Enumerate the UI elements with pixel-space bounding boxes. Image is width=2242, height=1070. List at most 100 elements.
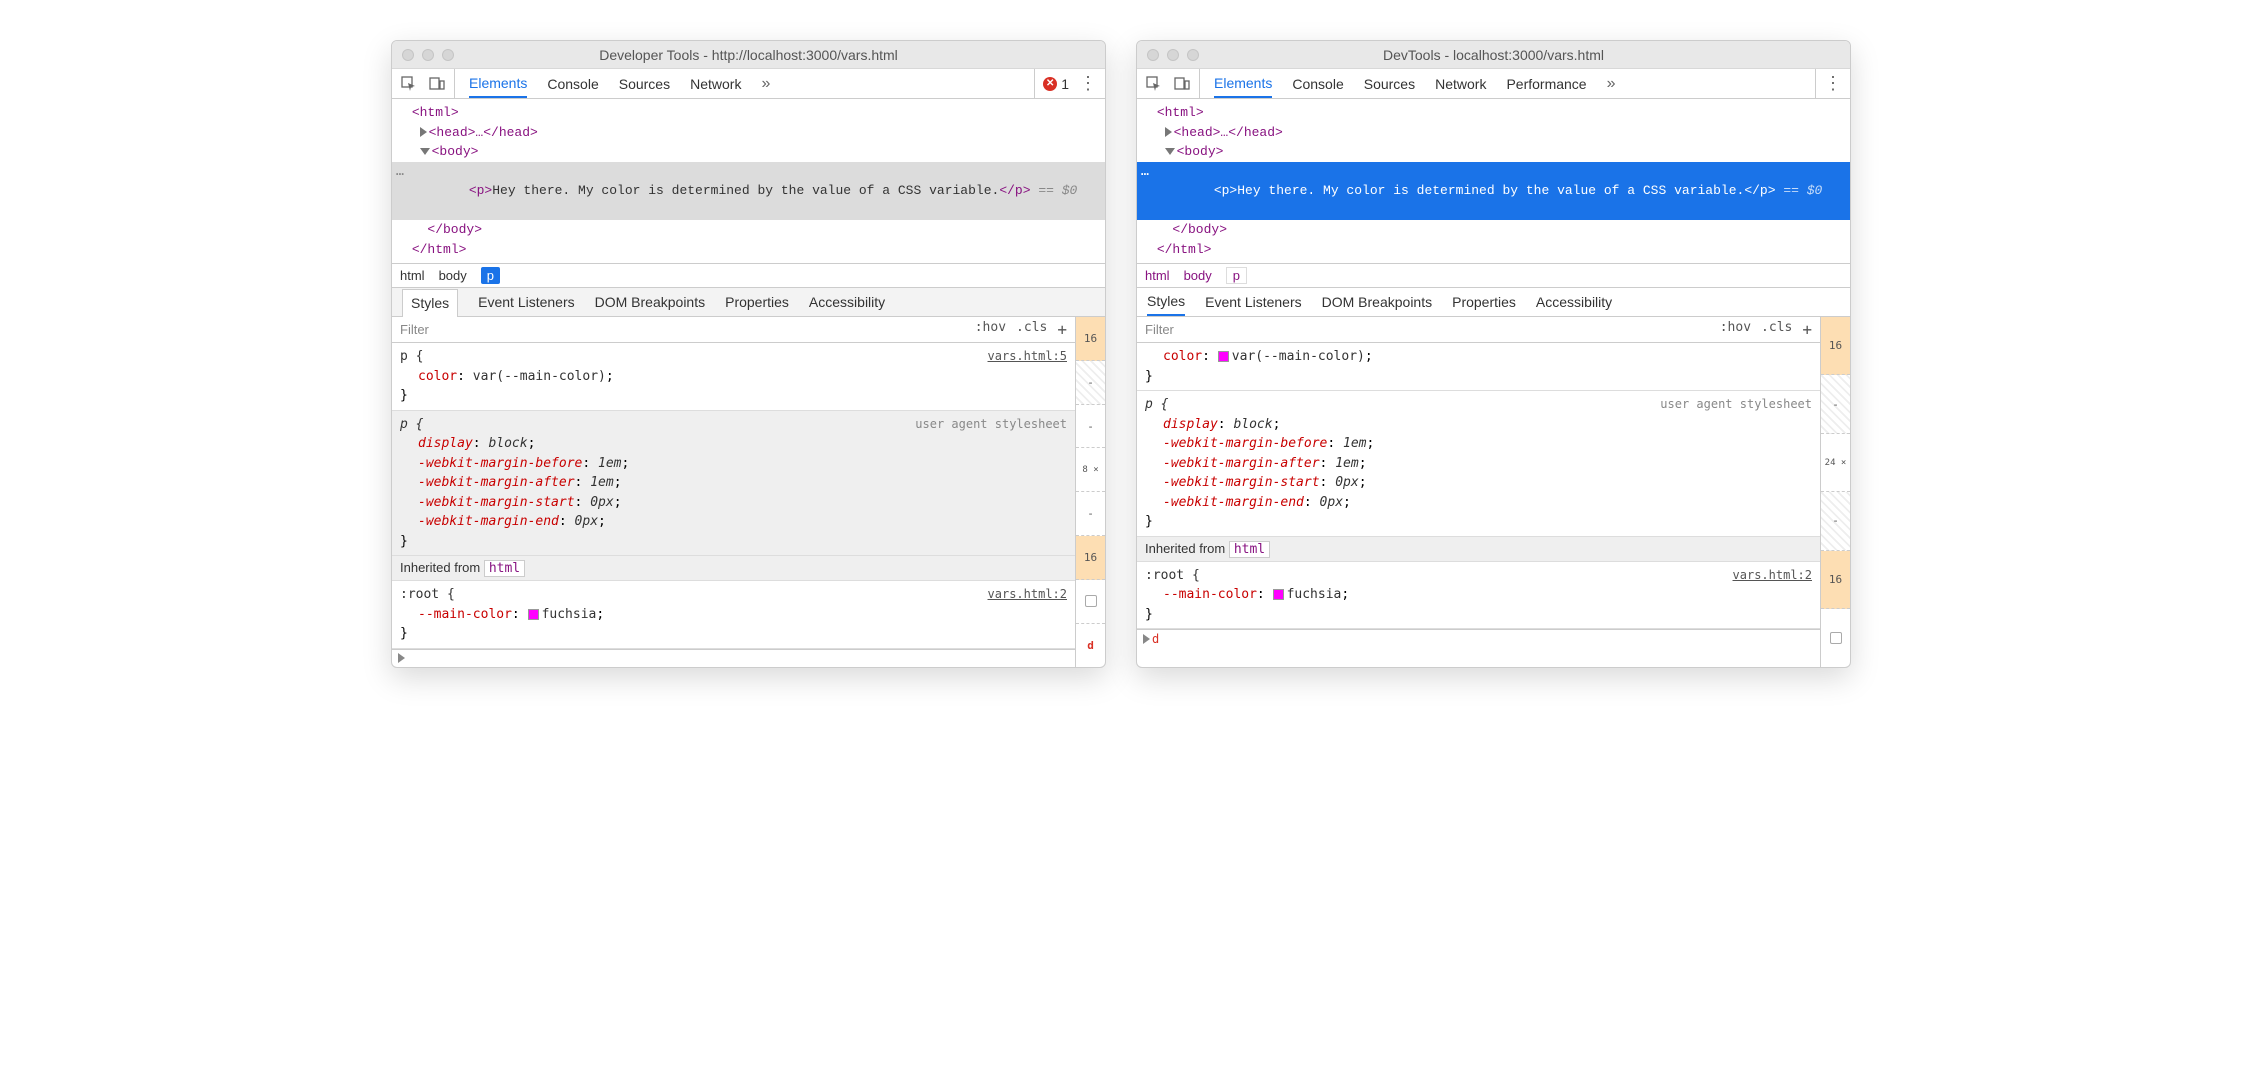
close-dot[interactable] [1147, 49, 1159, 61]
tabs-overflow-icon[interactable]: » [761, 75, 770, 93]
gutter-cell: - [1821, 492, 1850, 550]
color-swatch[interactable] [528, 609, 539, 620]
minimize-dot[interactable] [1167, 49, 1179, 61]
css-rule-author[interactable]: vars.html:5 p { color: var(--main-color)… [392, 343, 1075, 411]
new-rule-button[interactable]: + [1802, 320, 1812, 339]
css-rule-root[interactable]: vars.html:2 :root { --main-color: fuchsi… [392, 581, 1075, 649]
new-rule-button[interactable]: + [1057, 320, 1067, 339]
css-value[interactable]: var(--main-color) [1232, 349, 1365, 364]
dom-head[interactable]: <head>…</head> [1174, 125, 1283, 140]
color-swatch[interactable] [1218, 351, 1229, 362]
crumb-html[interactable]: html [1145, 268, 1170, 283]
tab-console[interactable]: Console [547, 69, 598, 98]
crumb-body[interactable]: body [1184, 268, 1212, 283]
inherited-tag[interactable]: html [1229, 541, 1270, 558]
dom-tree[interactable]: <html> <head>…</head> <body> …<p>Hey the… [1137, 99, 1850, 263]
tab-elements[interactable]: Elements [1214, 69, 1272, 98]
checkbox[interactable] [1085, 595, 1097, 607]
tab-performance[interactable]: Performance [1506, 69, 1586, 98]
tab-accessibility[interactable]: Accessibility [809, 288, 885, 316]
rule-source-link[interactable]: vars.html:2 [988, 585, 1067, 603]
inherited-from-bar: Inherited from html [1137, 537, 1820, 562]
dom-body-open[interactable]: <body> [1177, 144, 1224, 159]
tab-dom-breakpoints[interactable]: DOM Breakpoints [595, 288, 705, 316]
crumb-html[interactable]: html [400, 268, 425, 283]
rule-source-link[interactable]: vars.html:2 [1733, 566, 1812, 584]
tab-properties[interactable]: Properties [1452, 288, 1516, 316]
tab-sources[interactable]: Sources [619, 69, 670, 98]
tab-sources[interactable]: Sources [1364, 69, 1415, 98]
dom-head[interactable]: <head>…</head> [429, 125, 538, 140]
dom-html-open[interactable]: <html> [412, 105, 459, 120]
filter-input[interactable]: Filter [400, 322, 975, 337]
cls-button[interactable]: .cls [1016, 320, 1047, 339]
tab-styles[interactable]: Styles [1147, 288, 1185, 316]
crumb-p[interactable]: p [481, 267, 500, 284]
dom-html-close[interactable]: </html> [412, 242, 467, 257]
dom-selected-node[interactable]: …<p>Hey there. My color is determined by… [392, 162, 1105, 221]
css-rule-ua: user agent stylesheet p { display: block… [1137, 391, 1820, 537]
css-value[interactable]: var(--main-color) [473, 369, 606, 384]
tab-event-listeners[interactable]: Event Listeners [478, 288, 575, 316]
tab-event-listeners[interactable]: Event Listeners [1205, 288, 1302, 316]
dom-selected-node[interactable]: …<p>Hey there. My color is determined by… [1137, 162, 1850, 221]
color-swatch[interactable] [1273, 589, 1284, 600]
rule-selector[interactable]: :root { [400, 587, 455, 602]
inspect-icon[interactable] [1145, 75, 1163, 93]
console-expand-icon[interactable] [398, 653, 405, 663]
rule-source-link[interactable]: vars.html:5 [988, 347, 1067, 365]
css-value[interactable]: fuchsia [1287, 587, 1342, 602]
tab-accessibility[interactable]: Accessibility [1536, 288, 1612, 316]
inherited-from-bar: Inherited from html [392, 556, 1075, 581]
filter-input[interactable]: Filter [1145, 322, 1720, 337]
dom-body-close[interactable]: </body> [427, 222, 482, 237]
css-rule-root[interactable]: vars.html:2 :root { --main-color: fuchsi… [1137, 562, 1820, 630]
crumb-body[interactable]: body [439, 268, 467, 283]
hov-button[interactable]: :hov [975, 320, 1006, 339]
console-drawer[interactable]: d [1137, 629, 1820, 647]
css-value[interactable]: fuchsia [542, 607, 597, 622]
zoom-dot[interactable] [1187, 49, 1199, 61]
zoom-dot[interactable] [442, 49, 454, 61]
tab-network[interactable]: Network [690, 69, 741, 98]
dom-body-open[interactable]: <body> [432, 144, 479, 159]
settings-menu-icon[interactable]: ⋮ [1079, 73, 1097, 94]
dom-html-open[interactable]: <html> [1157, 105, 1204, 120]
rule-selector[interactable]: p { [400, 349, 423, 364]
dom-tree[interactable]: <html> <head>…</head> <body> …<p>Hey the… [392, 99, 1105, 263]
css-property[interactable]: --main-color [418, 607, 512, 622]
tab-dom-breakpoints[interactable]: DOM Breakpoints [1322, 288, 1432, 316]
css-property[interactable]: color [1163, 349, 1202, 364]
expand-icon[interactable] [1165, 127, 1172, 137]
cls-button[interactable]: .cls [1761, 320, 1792, 339]
checkbox[interactable] [1830, 632, 1842, 644]
collapse-icon[interactable] [1165, 148, 1175, 155]
collapse-icon[interactable] [420, 148, 430, 155]
expand-icon[interactable] [420, 127, 427, 137]
error-badge[interactable]: ✕ 1 [1043, 76, 1069, 92]
css-property[interactable]: --main-color [1163, 587, 1257, 602]
close-dot[interactable] [402, 49, 414, 61]
inherited-tag[interactable]: html [484, 560, 525, 577]
crumb-p[interactable]: p [1226, 267, 1247, 284]
inspect-icon[interactable] [400, 75, 418, 93]
rule-selector[interactable]: :root { [1145, 568, 1200, 583]
dom-body-close[interactable]: </body> [1172, 222, 1227, 237]
tab-styles[interactable]: Styles [402, 289, 458, 317]
tab-properties[interactable]: Properties [725, 288, 789, 316]
device-icon[interactable] [428, 75, 446, 93]
minimize-dot[interactable] [422, 49, 434, 61]
console-expand-icon[interactable] [1143, 634, 1150, 644]
dom-html-close[interactable]: </html> [1157, 242, 1212, 257]
tab-network[interactable]: Network [1435, 69, 1486, 98]
tab-console[interactable]: Console [1292, 69, 1343, 98]
box-model-gutter: 16 - - 8 × - 16 d [1075, 317, 1105, 667]
device-icon[interactable] [1173, 75, 1191, 93]
css-property[interactable]: color [418, 369, 457, 384]
tabs-overflow-icon[interactable]: » [1607, 75, 1616, 93]
box-model-gutter: 16 - 24 × - 16 [1820, 317, 1850, 667]
settings-menu-icon[interactable]: ⋮ [1824, 73, 1842, 94]
css-rule-author[interactable]: color: var(--main-color); } [1137, 343, 1820, 391]
tab-elements[interactable]: Elements [469, 69, 527, 98]
hov-button[interactable]: :hov [1720, 320, 1751, 339]
